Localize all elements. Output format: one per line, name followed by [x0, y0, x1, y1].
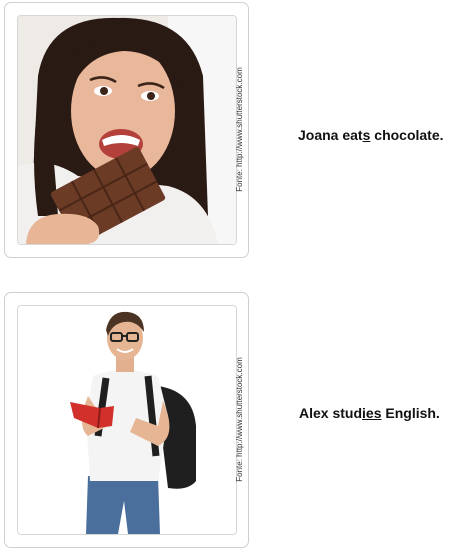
student-reading-image: [17, 305, 237, 535]
card-alex: Fonte: http://www.shutterstock.com: [4, 292, 249, 548]
card-joana: Fonte: http://www.shutterstock.com: [4, 2, 249, 258]
woman-eating-chocolate-image: [17, 15, 237, 245]
photo-credit: Fonte: http://www.shutterstock.com: [234, 66, 244, 192]
photo-credit: Fonte: http://www.shutterstock.com: [234, 356, 244, 482]
sentence-alex: Alex studies English.: [299, 405, 440, 421]
sentence-joana: Joana eats chocolate.: [298, 127, 444, 143]
